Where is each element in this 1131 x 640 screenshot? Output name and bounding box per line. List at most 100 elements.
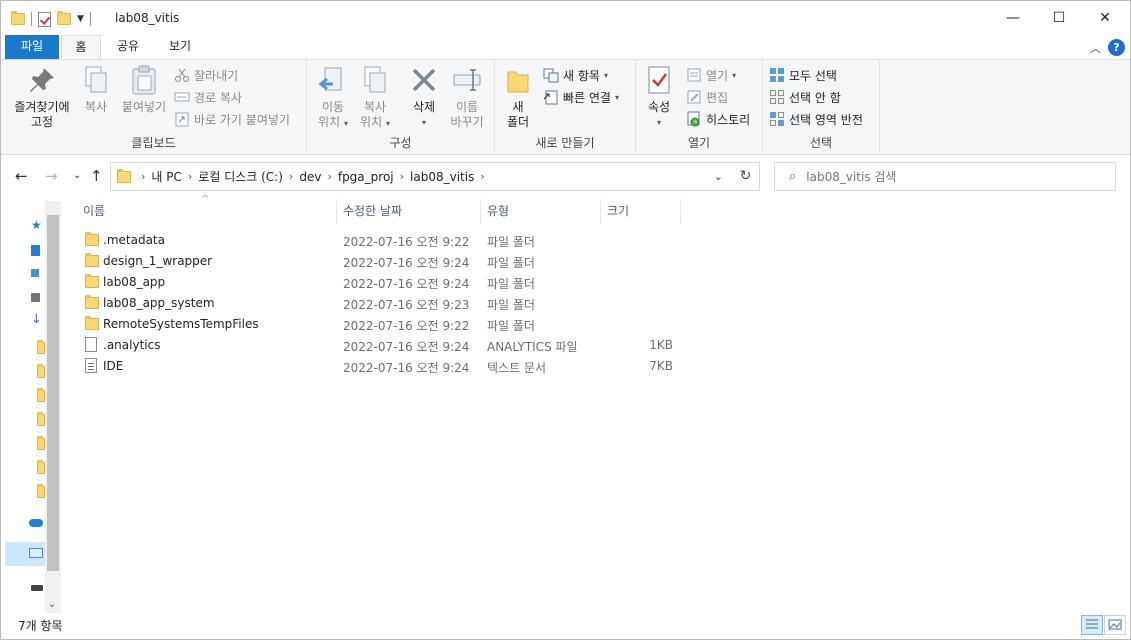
drive-icon[interactable] xyxy=(31,293,40,302)
folder-icon[interactable] xyxy=(37,388,45,402)
back-arrow-icon[interactable]: ← xyxy=(15,167,28,185)
details-view-button[interactable] xyxy=(1081,615,1103,635)
file-row[interactable]: .metadata 2022-07-16 오전 9:22 파일 폴더 xyxy=(81,230,681,251)
search-box[interactable]: ⌕ xyxy=(774,162,1116,191)
select-none-button[interactable]: 선택 안 함 xyxy=(769,87,841,107)
breadcrumb-chevron-icon[interactable]: › xyxy=(141,170,145,183)
copy-to-button[interactable]: 복사 위치 ▾ xyxy=(355,64,395,131)
edit-button[interactable]: 편집 xyxy=(686,87,728,107)
documents-icon[interactable] xyxy=(31,269,39,277)
file-type: 파일 폴더 xyxy=(487,256,535,270)
column-header-name[interactable]: 이름 xyxy=(83,199,105,223)
breadcrumb-chevron-icon[interactable]: › xyxy=(327,170,331,183)
folder-icon[interactable] xyxy=(37,484,45,498)
properties-icon[interactable] xyxy=(38,11,51,27)
new-folder-button[interactable]: 새 폴더 xyxy=(501,64,535,130)
paste-button[interactable]: 붙여넣기 xyxy=(117,64,171,115)
file-name: design_1_wrapper xyxy=(103,254,213,268)
column-header-size[interactable]: 크기 xyxy=(607,199,629,223)
breadcrumb-this-pc[interactable]: 내 PC xyxy=(151,168,181,185)
this-pc-icon[interactable] xyxy=(29,548,43,558)
address-bar[interactable]: › 내 PC › 로컬 디스크 (C:) › dev › fpga_proj ›… xyxy=(110,162,760,191)
breadcrumb-chevron-icon[interactable]: › xyxy=(289,170,293,183)
tab-view[interactable]: 보기 xyxy=(159,35,201,59)
cut-button[interactable]: 잘라내기 xyxy=(174,65,238,85)
folder-icon[interactable] xyxy=(37,412,45,426)
new-folder-icon[interactable] xyxy=(57,11,71,25)
address-history-chevron-icon[interactable]: ⌄ xyxy=(714,170,723,183)
tab-share[interactable]: 공유 xyxy=(107,35,149,59)
easy-access-button[interactable]: 빠른 연결 ▾ xyxy=(543,87,619,107)
close-button[interactable]: ✕ xyxy=(1082,1,1128,35)
pin-icon xyxy=(26,64,58,96)
breadcrumb-chevron-icon[interactable]: › xyxy=(400,170,404,183)
rename-label-1: 이름 xyxy=(455,100,479,114)
minimize-button[interactable]: — xyxy=(990,1,1036,35)
open-button[interactable]: 열기 ▾ xyxy=(686,65,736,85)
paste-shortcut-button[interactable]: 바로 가기 붙여넣기 xyxy=(174,109,290,129)
file-row[interactable]: IDE 2022-07-16 오전 9:24 텍스트 문서 7KB xyxy=(81,356,681,377)
move-to-button[interactable]: 이동 위치 ▾ xyxy=(313,64,353,131)
drive-icon[interactable] xyxy=(31,585,43,591)
new-item-button[interactable]: 새 항목 ▾ xyxy=(543,65,608,85)
file-row[interactable]: lab08_app 2022-07-16 오전 9:24 파일 폴더 xyxy=(81,272,681,293)
file-row[interactable]: lab08_app_system 2022-07-16 오전 9:23 파일 폴… xyxy=(81,293,681,314)
copy-path-button[interactable]: 경로 복사 xyxy=(174,87,242,107)
tab-file[interactable]: 파일 xyxy=(5,35,59,59)
quick-access-star-icon[interactable]: ★ xyxy=(31,219,43,231)
nav-scrollbar-thumb[interactable] xyxy=(47,215,59,571)
large-icons-view-button[interactable] xyxy=(1104,615,1126,635)
downloads-arrow-icon[interactable]: ↓ xyxy=(31,313,43,326)
properties-label: 속성 xyxy=(647,100,671,114)
column-divider[interactable] xyxy=(600,199,601,223)
maximize-button[interactable]: ☐ xyxy=(1036,1,1082,35)
file-row[interactable]: design_1_wrapper 2022-07-16 오전 9:24 파일 폴… xyxy=(81,251,681,272)
folder-icon[interactable] xyxy=(37,364,45,378)
select-all-button[interactable]: 모두 선택 xyxy=(769,65,837,85)
folder-icon[interactable] xyxy=(37,436,45,450)
select-group-label: 선택 xyxy=(809,136,833,150)
tab-home[interactable]: 홈 xyxy=(61,35,101,60)
refresh-button[interactable]: ↻ xyxy=(732,162,760,191)
desktop-icon[interactable] xyxy=(31,245,40,256)
folder-icon[interactable] xyxy=(37,340,45,354)
copy-button[interactable]: 복사 xyxy=(77,64,115,115)
onedrive-cloud-icon[interactable] xyxy=(29,519,43,527)
navigation-pane: ★ ↓ ⌄ xyxy=(1,197,61,617)
scroll-down-chevron-icon[interactable]: ⌄ xyxy=(48,599,56,610)
collapse-ribbon-chevron-icon[interactable]: ︿ xyxy=(1090,40,1101,56)
column-divider[interactable] xyxy=(480,199,481,223)
clipboard-group-label: 클립보드 xyxy=(131,136,176,150)
forward-arrow-icon[interactable]: → xyxy=(45,167,58,185)
file-row[interactable]: RemoteSystemsTempFiles 2022-07-16 오전 9:2… xyxy=(81,314,681,335)
customize-toolbar-chevron-icon[interactable]: ▼ xyxy=(77,14,84,24)
history-icon xyxy=(686,111,702,127)
breadcrumb-local-disk[interactable]: 로컬 디스크 (C:) xyxy=(198,168,283,185)
rename-button[interactable]: 이름 바꾸기 xyxy=(447,64,487,130)
folder-icon[interactable] xyxy=(37,460,45,474)
breadcrumb-chevron-icon[interactable]: › xyxy=(480,170,484,183)
file-type: 파일 폴더 xyxy=(487,277,535,291)
properties-button[interactable]: 속성 ▾ xyxy=(642,64,676,130)
invert-selection-button[interactable]: 선택 영역 반전 xyxy=(769,109,863,129)
history-label: 히스토리 xyxy=(706,112,751,127)
column-divider[interactable] xyxy=(336,199,337,223)
breadcrumb-fpga-proj[interactable]: fpga_proj xyxy=(338,170,394,184)
folder-icon xyxy=(11,11,25,25)
breadcrumb-chevron-icon[interactable]: › xyxy=(188,170,192,183)
delete-dropdown-icon[interactable]: ▾ xyxy=(407,115,441,130)
column-header-date[interactable]: 수정한 날짜 xyxy=(343,199,402,223)
column-header-type[interactable]: 유형 xyxy=(487,199,509,223)
pin-to-quick-access-button[interactable]: 즐겨찾기에 고정 xyxy=(9,64,75,130)
history-button[interactable]: 히스토리 xyxy=(686,109,750,129)
up-arrow-icon[interactable]: ↑ xyxy=(90,167,103,185)
breadcrumb-lab08-vitis[interactable]: lab08_vitis xyxy=(410,170,474,184)
help-icon[interactable]: ? xyxy=(1108,39,1125,56)
search-input[interactable] xyxy=(806,169,1087,184)
column-divider[interactable] xyxy=(680,199,681,223)
properties-dropdown-icon[interactable]: ▾ xyxy=(642,115,676,130)
delete-button[interactable]: 삭제 ▾ xyxy=(407,64,441,130)
recent-locations-chevron-icon[interactable]: ⌄ xyxy=(73,170,81,181)
breadcrumb-dev[interactable]: dev xyxy=(299,170,321,184)
file-row[interactable]: .analytics 2022-07-16 오전 9:24 ANALYTICS … xyxy=(81,335,681,356)
